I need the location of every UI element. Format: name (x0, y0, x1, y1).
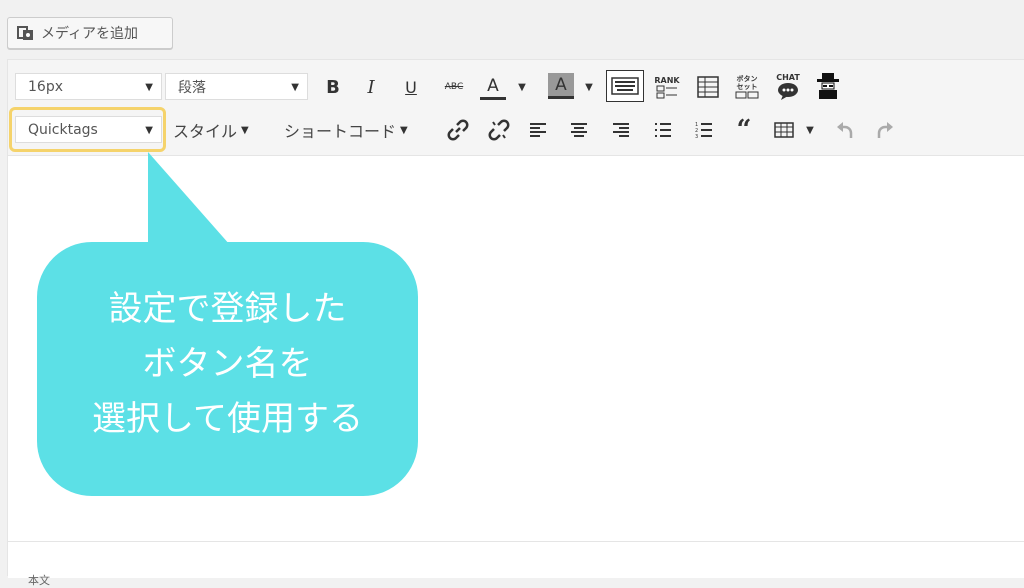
callout-line-3: 選択して使用する (92, 399, 363, 439)
callout-text: 設定で登録した ボタン名を 選択して使用する (37, 282, 418, 447)
callout-line-2: ボタン名を (142, 344, 313, 384)
callout-line-1: 設定で登録した (108, 289, 347, 329)
